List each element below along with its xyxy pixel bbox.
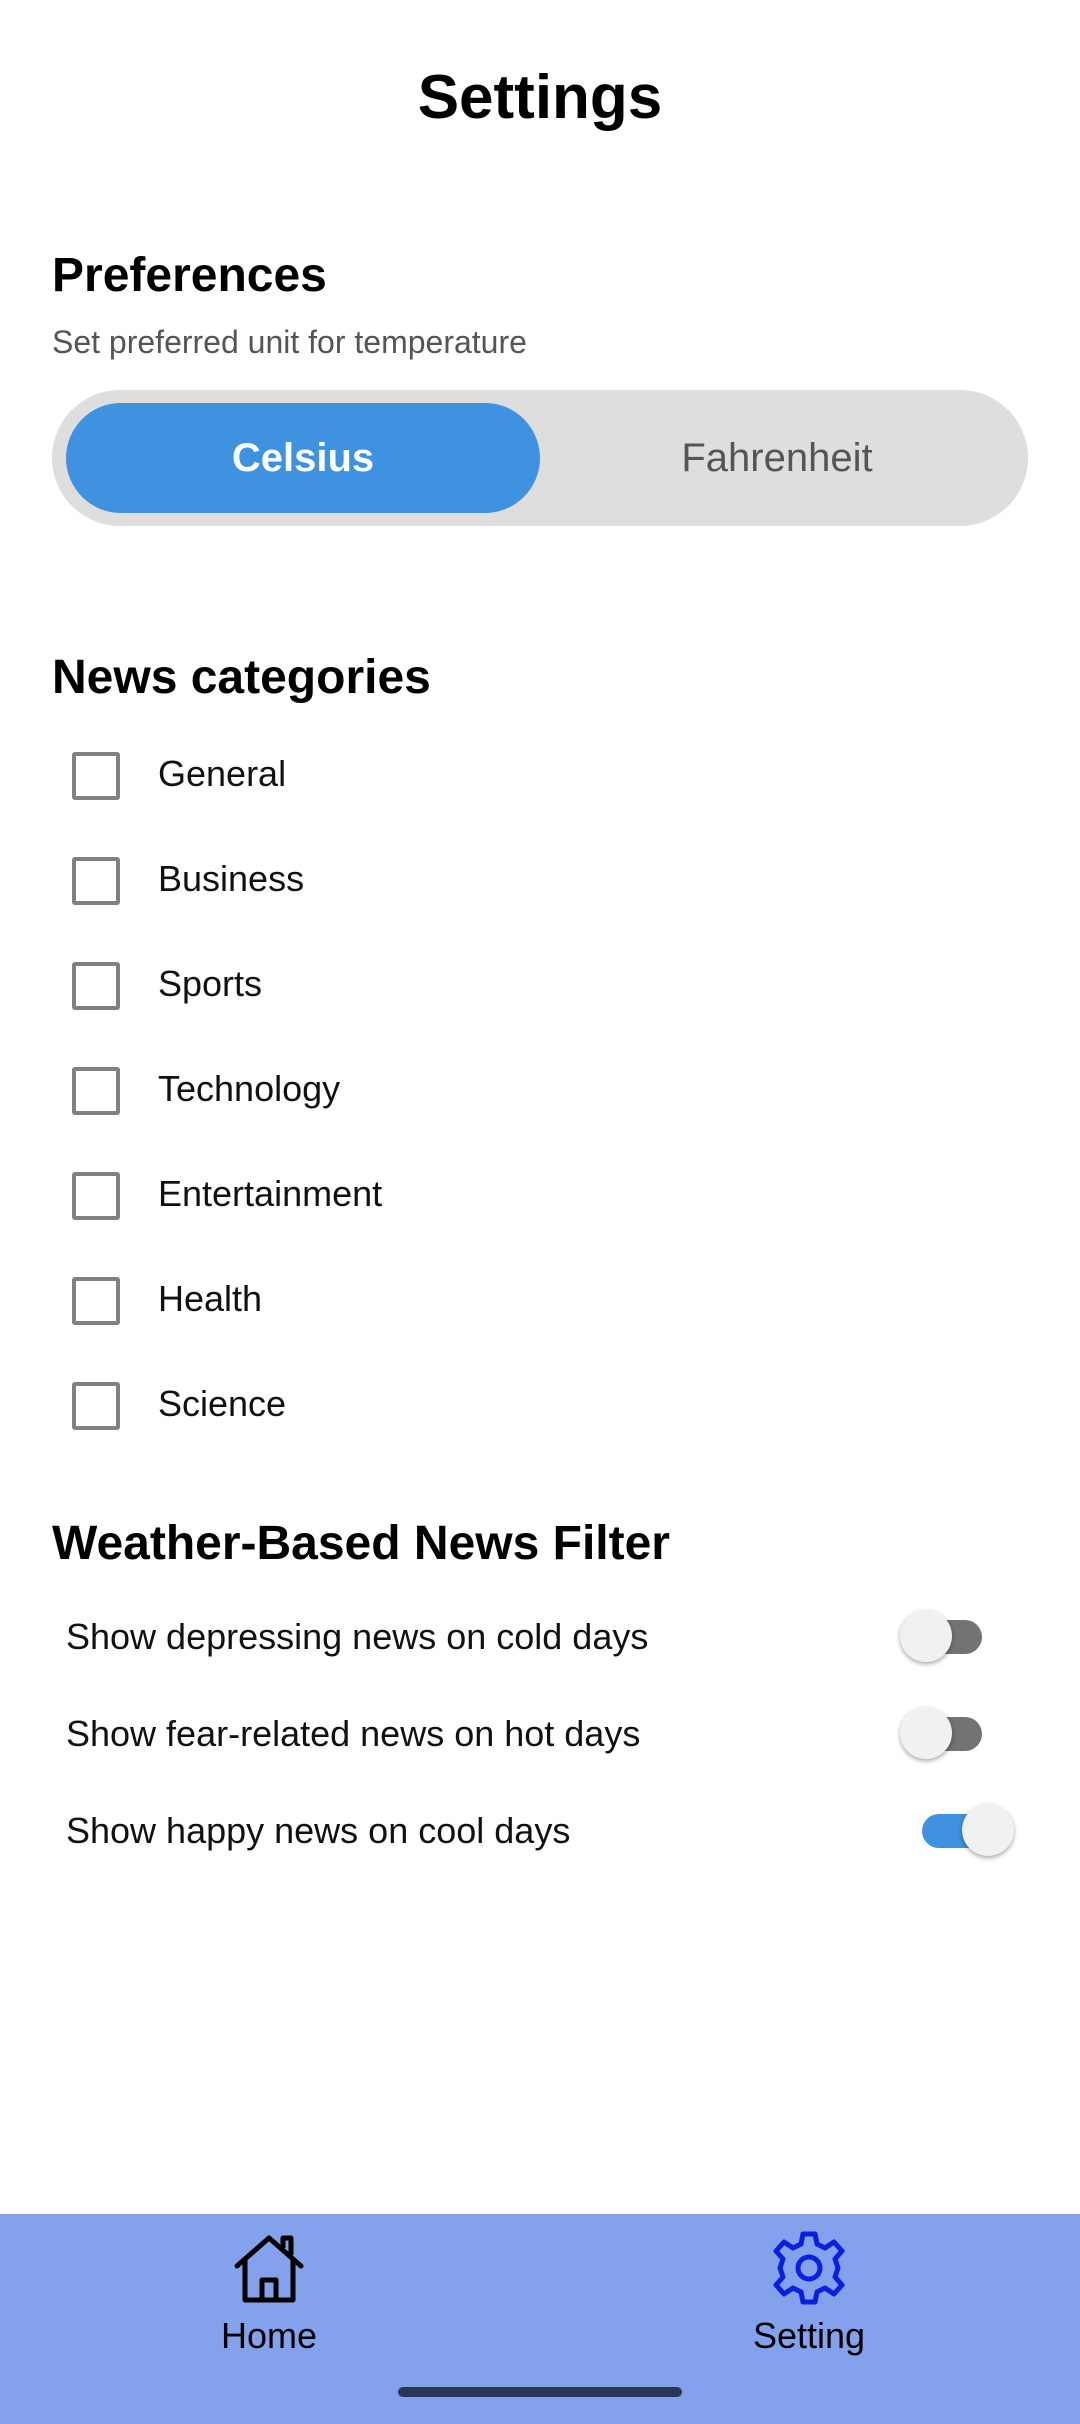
switch-thumb <box>962 1804 1014 1856</box>
page-title: Settings <box>417 63 663 132</box>
gear-icon <box>773 2231 845 2305</box>
temperature-unit-toggle: Celsius Fahrenheit <box>52 390 1028 526</box>
cold-days-switch[interactable] <box>900 1602 1010 1672</box>
celsius-option[interactable]: Celsius <box>66 403 540 513</box>
hot-days-switch[interactable] <box>900 1699 1010 1769</box>
category-health[interactable]: Health <box>72 1271 872 1331</box>
weather-filter-heading: Weather-Based News Filter <box>52 1517 670 1570</box>
nav-home-label: Home <box>220 2315 318 2356</box>
preferences-heading: Preferences <box>52 249 327 302</box>
news-categories-heading: News categories <box>52 651 431 704</box>
category-entertainment[interactable]: Entertainment <box>72 1166 872 1226</box>
checkbox[interactable] <box>72 1172 120 1220</box>
filter-cool-days: Show happy news on cool days <box>66 1796 1016 1866</box>
category-science[interactable]: Science <box>72 1376 872 1436</box>
category-label: General <box>158 753 287 794</box>
fahrenheit-option[interactable]: Fahrenheit <box>540 403 1014 513</box>
category-label: Science <box>158 1383 287 1424</box>
category-label: Health <box>158 1278 263 1319</box>
home-indicator-bar[interactable] <box>398 2387 682 2397</box>
checkbox[interactable] <box>72 1067 120 1115</box>
category-technology[interactable]: Technology <box>72 1061 872 1121</box>
checkbox[interactable] <box>72 857 120 905</box>
preferences-subtitle: Set preferred unit for temperature <box>52 324 527 360</box>
checkbox[interactable] <box>72 1277 120 1325</box>
filter-label: Show fear-related news on hot days <box>66 1713 641 1754</box>
category-general[interactable]: General <box>72 746 872 806</box>
checkbox[interactable] <box>72 752 120 800</box>
home-icon <box>234 2235 304 2303</box>
filter-hot-days: Show fear-related news on hot days <box>66 1699 1016 1769</box>
nav-setting-label: Setting <box>752 2315 866 2356</box>
filter-cold-days: Show depressing news on cold days <box>66 1602 1016 1672</box>
category-label: Entertainment <box>158 1173 383 1214</box>
switch-thumb <box>900 1610 952 1662</box>
category-label: Sports <box>158 963 263 1004</box>
filter-label: Show happy news on cool days <box>66 1810 571 1851</box>
switch-thumb <box>900 1707 952 1759</box>
category-label: Technology <box>158 1068 341 1109</box>
checkbox[interactable] <box>72 962 120 1010</box>
checkbox[interactable] <box>72 1382 120 1430</box>
nav-setting[interactable]: Setting <box>659 2228 959 2388</box>
cool-days-switch[interactable] <box>922 1796 1032 1866</box>
category-sports[interactable]: Sports <box>72 956 872 1016</box>
nav-home[interactable]: Home <box>119 2228 419 2388</box>
filter-label: Show depressing news on cold days <box>66 1616 649 1657</box>
category-business[interactable]: Business <box>72 851 872 911</box>
category-label: Business <box>158 858 305 899</box>
